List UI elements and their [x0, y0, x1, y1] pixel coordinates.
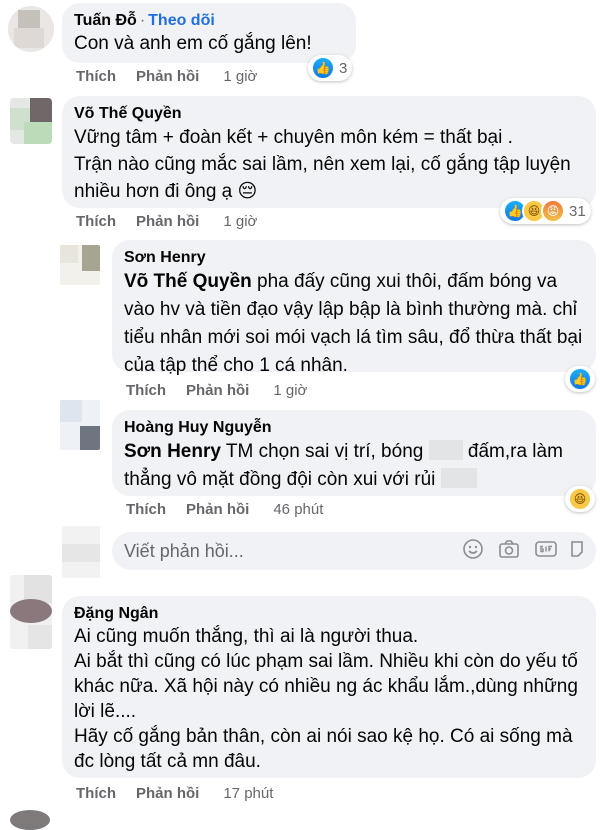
blurred-text [440, 468, 477, 488]
reaction-summary[interactable]: 👍 3 [308, 55, 353, 81]
follow-link[interactable]: Theo dõi [148, 12, 215, 29]
avatar[interactable] [60, 245, 100, 285]
gif-icon[interactable] [534, 538, 558, 565]
avatar [10, 810, 50, 830]
comment-text: Con và anh em cố gắng lên! [74, 33, 312, 54]
haha-icon: 😆 [568, 487, 592, 511]
timestamp[interactable]: 17 phút [223, 785, 273, 802]
reply-actions: Thích Phản hồi 1 giờ [126, 382, 307, 399]
angry-icon: 😡 [541, 199, 565, 223]
comment-bubble: Đặng Ngân Ai cũng muốn thắng, thì ai là … [62, 596, 596, 778]
mention-link[interactable]: Sơn Henry [124, 441, 221, 462]
comment-author-line: Tuấn Đỗ · Theo dõi [74, 12, 215, 29]
mention-link[interactable]: Võ Thế Quyền [124, 271, 252, 292]
timestamp[interactable]: 1 giờ [223, 213, 257, 230]
reaction-summary[interactable]: 👍 [565, 366, 595, 392]
reply-input[interactable]: Viết phản hồi... [112, 532, 596, 570]
timestamp[interactable]: 46 phút [273, 501, 323, 518]
reply-button[interactable]: Phản hồi [136, 213, 199, 230]
comment-actions: Thích Phản hồi 1 giờ [76, 213, 257, 230]
reaction-count: 3 [339, 59, 348, 77]
comment-actions: Thích Phản hồi 17 phút [76, 785, 273, 802]
reply-text: Sơn Henry TM chọn sai vị trí, bóng đấm,r… [124, 440, 563, 490]
avatar[interactable] [10, 575, 52, 649]
comment-bubble: Võ Thế Quyền Vững tâm + đoàn kết + chuyê… [62, 96, 596, 208]
comment-author[interactable]: Võ Thế Quyền [74, 104, 584, 124]
timestamp[interactable]: 1 giờ [273, 382, 307, 399]
reply-button[interactable]: Phản hồi [186, 501, 249, 518]
reply-placeholder: Viết phản hồi... [124, 540, 244, 561]
like-button[interactable]: Thích [76, 68, 116, 85]
comment-actions: Thích Phản hồi 1 giờ [76, 68, 257, 85]
reply-bubble: Sơn Henry Võ Thế Quyền pha đấy cũng xui … [112, 240, 596, 376]
reply-button[interactable]: Phản hồi [136, 785, 199, 802]
like-button[interactable]: Thích [76, 213, 116, 230]
reply-bubble: Hoàng Huy Nguyễn Sơn Henry TM chọn sai v… [112, 410, 596, 496]
like-button[interactable]: Thích [126, 382, 166, 399]
reaction-summary[interactable]: 😆 [565, 486, 595, 512]
reply-text: Võ Thế Quyền pha đấy cũng xui thôi, đấm … [124, 271, 583, 376]
like-icon: 👍 [568, 367, 592, 391]
reply-actions: Thích Phản hồi 46 phút [126, 501, 323, 518]
avatar[interactable] [10, 98, 52, 144]
comment-author[interactable]: Tuấn Đỗ [74, 12, 137, 29]
comment-author[interactable]: Đặng Ngân [74, 604, 584, 624]
timestamp[interactable]: 1 giờ [223, 68, 257, 85]
like-icon: 👍 [311, 56, 335, 80]
comment-text: Ai cũng muốn thắng, thì ai là người thua… [74, 626, 578, 772]
reply-author[interactable]: Sơn Henry [124, 248, 584, 268]
reaction-count: 31 [569, 202, 586, 220]
reply-author[interactable]: Hoàng Huy Nguyễn [124, 418, 584, 438]
like-button[interactable]: Thích [126, 501, 166, 518]
sticker-icon[interactable] [570, 538, 584, 565]
reply-button[interactable]: Phản hồi [186, 382, 249, 399]
like-button[interactable]: Thích [76, 785, 116, 802]
comment-text: Vững tâm + đoàn kết + chuyên môn kém = t… [74, 127, 571, 202]
avatar[interactable] [8, 6, 54, 52]
blurred-text [428, 440, 463, 460]
camera-icon[interactable] [498, 538, 520, 565]
avatar[interactable] [60, 400, 100, 450]
comment-bubble: Tuấn Đỗ · Theo dõi Con và anh em cố gắng l… [62, 3, 356, 63]
avatar [62, 526, 100, 578]
emoji-icon[interactable] [462, 538, 484, 565]
reaction-summary[interactable]: 👍 😆 😡 31 [500, 198, 591, 224]
reply-button[interactable]: Phản hồi [136, 68, 199, 85]
